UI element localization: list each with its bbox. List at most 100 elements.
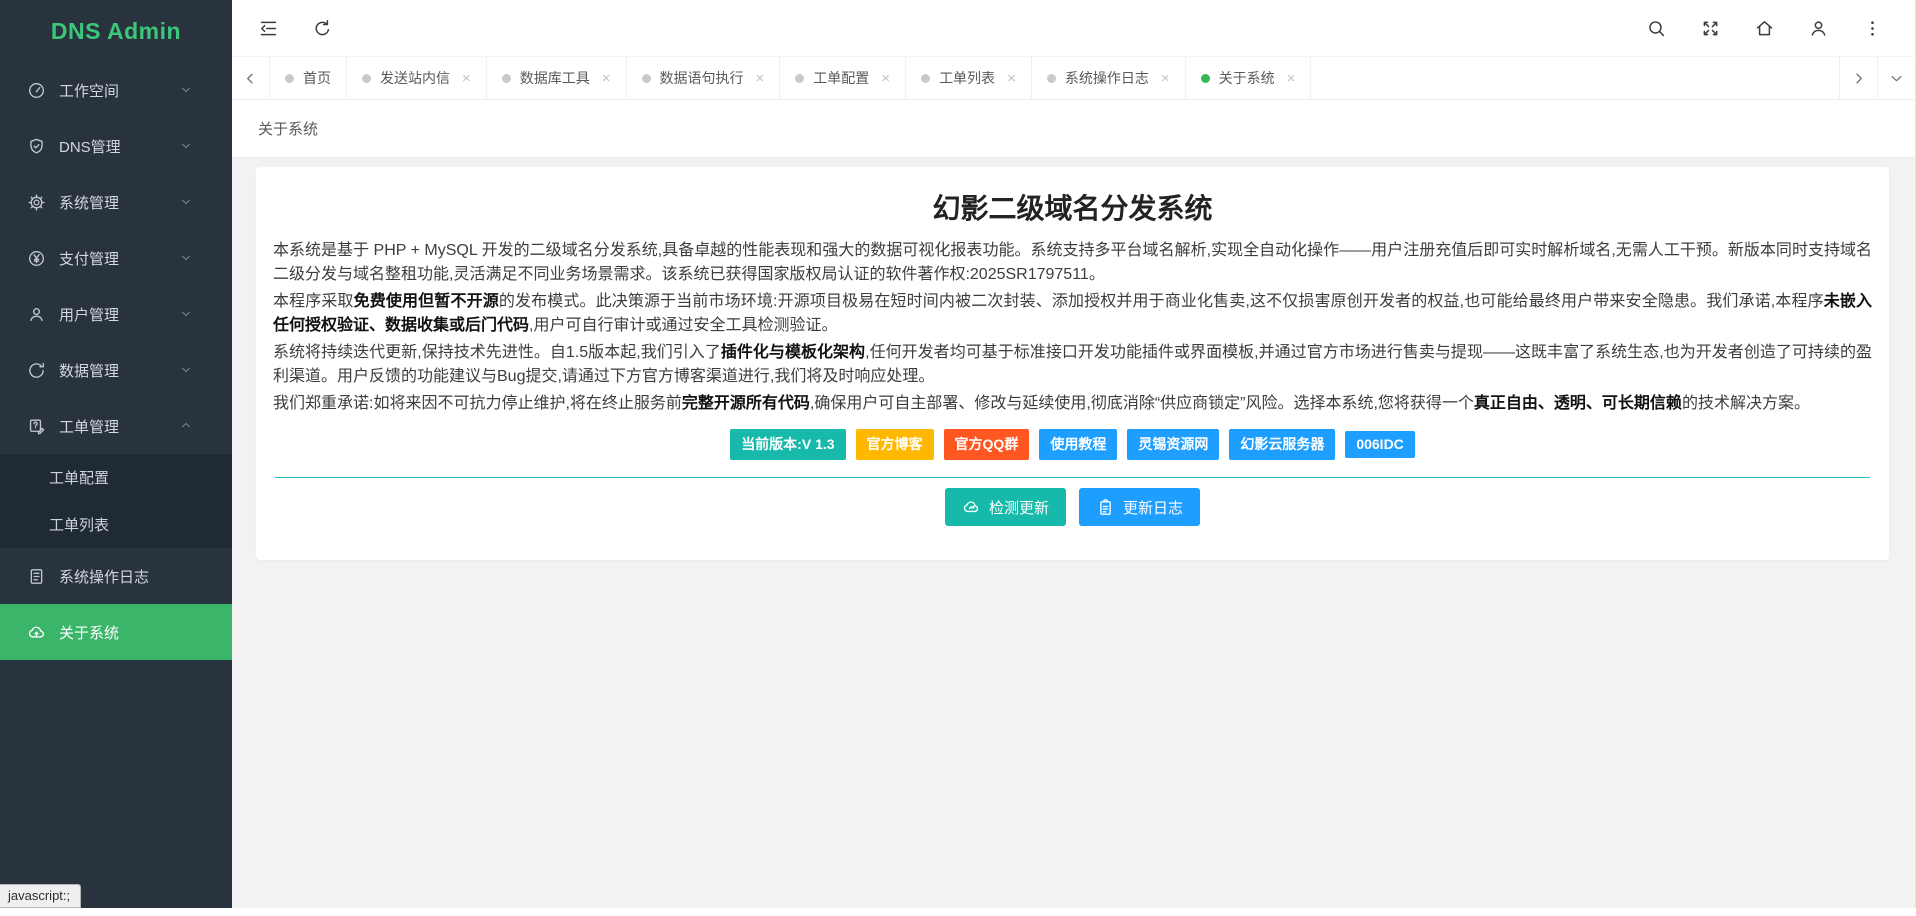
badge-5[interactable]: 幻影云服务器 <box>1229 429 1335 460</box>
refresh-icon[interactable] <box>312 18 333 39</box>
sidebar-item-8[interactable]: 关于系统 <box>0 604 232 660</box>
breadcrumb: 关于系统 <box>232 100 1915 157</box>
badge-6[interactable]: 006IDC <box>1345 431 1414 458</box>
cloud-sync-icon <box>962 498 981 517</box>
sidebar-item-0[interactable]: 工作空间 <box>0 62 232 118</box>
about-paragraph-3: 我们郑重承诺:如将来因不可抗力停止维护,将在终止服务前完整开源所有代码,确保用户… <box>273 392 1872 416</box>
tabs-scroll-left-button[interactable] <box>232 57 270 99</box>
tab-label: 工单配置 <box>813 68 869 88</box>
badge-1[interactable]: 官方博客 <box>856 429 934 460</box>
main-column: 首页发送站内信×数据库工具×数据语句执行×工单配置×工单列表×系统操作日志×关于… <box>232 0 1915 908</box>
tab-label: 首页 <box>303 68 331 88</box>
page-title: 幻影二级域名分发系统 <box>273 187 1872 227</box>
about-paragraph-2: 系统将持续迭代更新,保持技术先进性。自1.5版本起,我们引入了插件化与模板化架构… <box>273 341 1872 389</box>
chevron-down-icon <box>180 364 192 376</box>
sidebar-submenu: 工单配置工单列表 <box>0 454 232 548</box>
tab-1[interactable]: 发送站内信 × <box>347 57 487 99</box>
tab-label: 数据语句执行 <box>660 68 744 88</box>
badge-4[interactable]: 灵锡资源网 <box>1127 429 1219 460</box>
content-area: 幻影二级域名分发系统 本系统是基于 PHP + MySQL 开发的二级域名分发系… <box>232 157 1915 908</box>
search-icon[interactable] <box>1646 18 1667 39</box>
tab-status-dot <box>795 74 804 83</box>
sidebar-item-1[interactable]: DNS管理 <box>0 118 232 174</box>
ticket-icon <box>27 417 46 436</box>
divider <box>275 477 1870 478</box>
tabs-scroll-right-button[interactable] <box>1839 57 1877 99</box>
tab-2[interactable]: 数据库工具 × <box>487 57 627 99</box>
paragraph-bold-text: 真正自由、透明、可长期信赖 <box>1474 395 1682 412</box>
shield-check-icon <box>27 137 46 156</box>
tab-label: 数据库工具 <box>520 68 590 88</box>
tab-strip: 首页发送站内信×数据库工具×数据语句执行×工单配置×工单列表×系统操作日志×关于… <box>270 57 1839 99</box>
badge-2[interactable]: 官方QQ群 <box>944 429 1030 460</box>
check-update-button[interactable]: 检测更新 <box>945 488 1066 526</box>
dashboard-icon <box>27 81 46 100</box>
paragraph-bold-text: 免费使用但暂不开源 <box>354 293 499 310</box>
tab-status-dot <box>502 74 511 83</box>
user-icon <box>27 305 46 324</box>
status-tooltip: javascript:; <box>0 884 81 908</box>
gear-icon <box>27 193 46 212</box>
sidebar-item-5[interactable]: 数据管理 <box>0 342 232 398</box>
app-window: DNS Admin 工作空间DNS管理系统管理支付管理用户管理数据管理工单管理工… <box>0 0 1916 908</box>
header-right-icons <box>1646 18 1883 39</box>
paragraph-text: ,用户可自行审计或通过安全工具检测验证。 <box>529 317 837 334</box>
close-icon[interactable]: × <box>462 71 471 86</box>
breadcrumb-label: 关于系统 <box>258 118 318 139</box>
tab-label: 工单列表 <box>939 68 995 88</box>
close-icon[interactable]: × <box>1287 71 1296 86</box>
log-icon <box>27 567 46 586</box>
sidebar-item-3[interactable]: 支付管理 <box>0 230 232 286</box>
close-icon[interactable]: × <box>1161 71 1170 86</box>
tab-7[interactable]: 关于系统 × <box>1186 57 1312 99</box>
sidebar-item-7[interactable]: 系统操作日志 <box>0 548 232 604</box>
close-icon[interactable]: × <box>756 71 765 86</box>
header <box>232 0 1915 57</box>
paragraph-text: 本程序采取 <box>273 293 354 310</box>
close-icon[interactable]: × <box>602 71 611 86</box>
yen-circle-icon <box>27 249 46 268</box>
tab-label: 发送站内信 <box>380 68 450 88</box>
paragraph-text: 本系统是基于 PHP + MySQL 开发的二级域名分发系统,具备卓越的性能表现… <box>273 242 1872 283</box>
chevron-down-icon <box>180 196 192 208</box>
action-button-label: 检测更新 <box>989 497 1049 518</box>
paragraph-text: ,确保用户可自主部署、修改与延续使用,彻底消除“供应商锁定”风险。选择本系统,您… <box>810 395 1474 412</box>
tab-0[interactable]: 首页 <box>270 57 347 99</box>
tab-5[interactable]: 工单列表 × <box>906 57 1032 99</box>
chevron-down-icon <box>180 84 192 96</box>
fullscreen-icon[interactable] <box>1700 18 1721 39</box>
sidebar-item-6[interactable]: 工单管理 <box>0 398 232 454</box>
tab-4[interactable]: 工单配置 × <box>780 57 906 99</box>
chevron-up-icon <box>180 419 192 431</box>
header-left-icons <box>258 18 333 39</box>
tab-6[interactable]: 系统操作日志× <box>1032 57 1186 99</box>
badge-0[interactable]: 当前版本:V 1.3 <box>730 429 845 460</box>
tab-3[interactable]: 数据语句执行 × <box>627 57 781 99</box>
paragraph-text: 系统将持续迭代更新,保持技术先进性。自1.5版本起,我们引入了 <box>273 344 721 361</box>
sidebar-item-2[interactable]: 系统管理 <box>0 174 232 230</box>
tabs-menu-button[interactable] <box>1877 57 1915 99</box>
sidebar-item-4[interactable]: 用户管理 <box>0 286 232 342</box>
changelog-button[interactable]: 更新日志 <box>1079 488 1200 526</box>
tab-status-dot <box>285 74 294 83</box>
user-icon[interactable] <box>1808 18 1829 39</box>
sidebar-subitem-0[interactable]: 工单配置 <box>0 454 232 501</box>
action-button-label: 更新日志 <box>1123 497 1183 518</box>
sidebar-nav: 工作空间DNS管理系统管理支付管理用户管理数据管理工单管理工单配置工单列表系统操… <box>0 62 232 660</box>
chevron-down-icon <box>180 252 192 264</box>
tab-status-dot <box>921 74 930 83</box>
tab-label: 关于系统 <box>1219 68 1275 88</box>
home-icon[interactable] <box>1754 18 1775 39</box>
sidebar-subitem-1[interactable]: 工单列表 <box>0 501 232 548</box>
badge-3[interactable]: 使用教程 <box>1039 429 1117 460</box>
kebab-menu-icon[interactable] <box>1862 18 1883 39</box>
tab-status-dot <box>1201 74 1210 83</box>
collapse-menu-icon[interactable] <box>258 18 279 39</box>
close-icon[interactable]: × <box>1007 71 1016 86</box>
close-icon[interactable]: × <box>881 71 890 86</box>
chevron-down-icon <box>180 308 192 320</box>
about-paragraphs: 本系统是基于 PHP + MySQL 开发的二级域名分发系统,具备卓越的性能表现… <box>273 239 1872 416</box>
tab-status-dot <box>1047 74 1056 83</box>
about-paragraph-1: 本程序采取免费使用但暂不开源的发布模式。此决策源于当前市场环境:开源项目极易在短… <box>273 290 1872 338</box>
cloud-up-icon <box>27 623 46 642</box>
